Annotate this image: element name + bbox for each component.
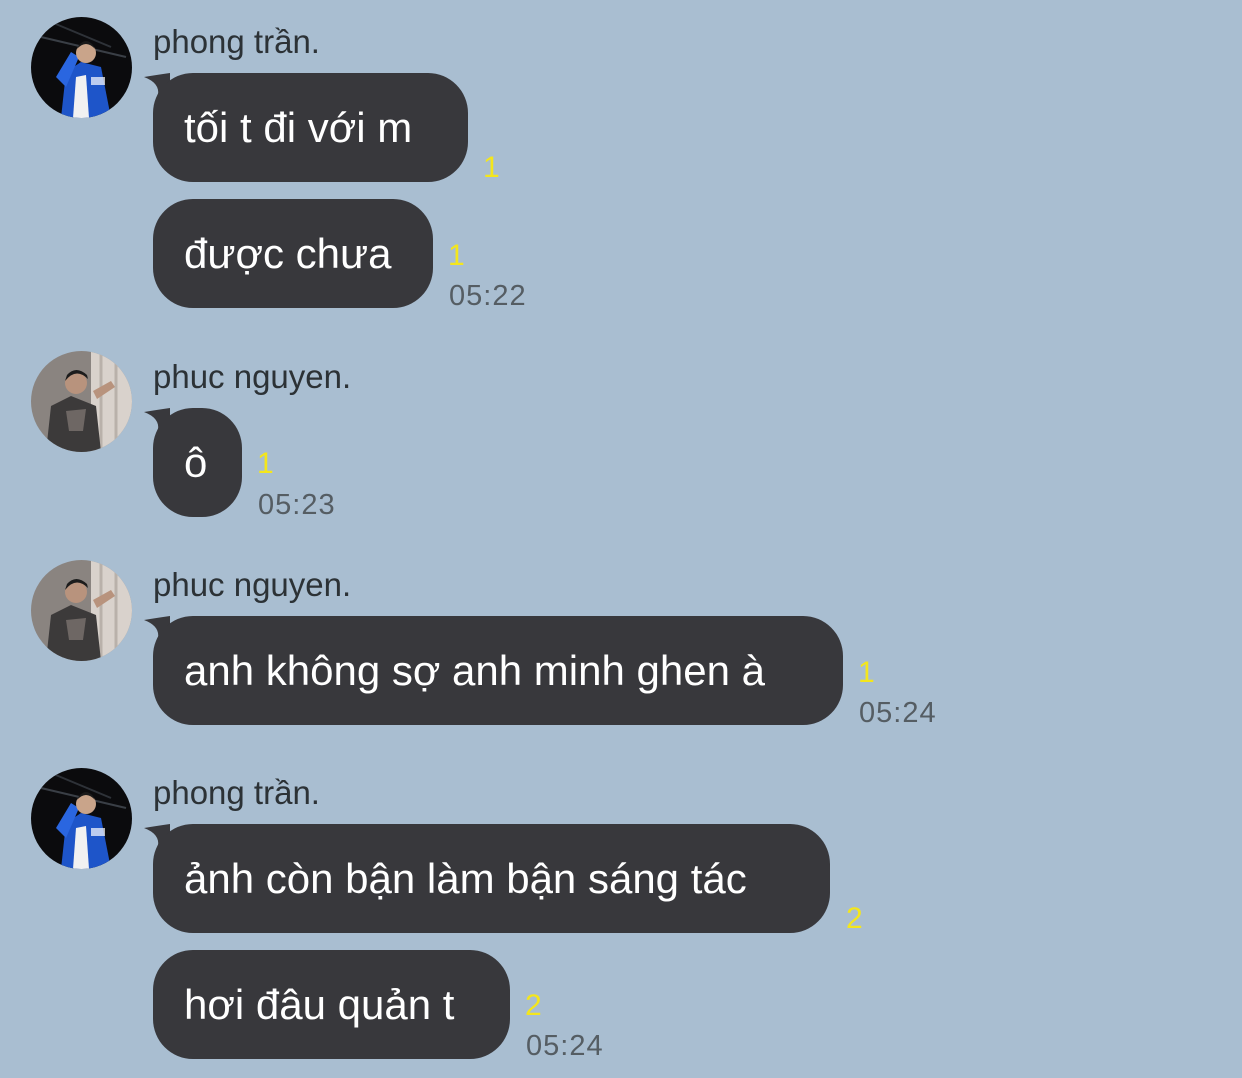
avatar-phong-icon[interactable] <box>31 17 132 118</box>
message-bubble[interactable]: ảnh còn bận làm bận sáng tác <box>153 824 830 933</box>
avatar-phong-icon[interactable] <box>31 768 132 869</box>
sender-name: phong trần. <box>153 774 320 811</box>
unread-count: 1 <box>858 656 875 689</box>
message-bubble[interactable]: anh không sợ anh minh ghen à <box>153 616 843 725</box>
message-timestamp: 05:24 <box>526 1030 604 1062</box>
message-timestamp: 05:24 <box>859 697 937 729</box>
message-timestamp: 05:22 <box>449 280 527 312</box>
message-bubble[interactable]: được chưa <box>153 199 433 308</box>
sender-name: phuc nguyen. <box>153 566 352 603</box>
message-bubble[interactable]: tối t đi với m <box>153 73 468 182</box>
message-bubble[interactable]: ô <box>153 408 242 517</box>
message-bubble[interactable]: hơi đâu quản t <box>153 950 510 1059</box>
unread-count: 2 <box>525 989 542 1022</box>
avatar-phuc-icon[interactable] <box>31 351 132 452</box>
sender-name: phuc nguyen. <box>153 358 352 395</box>
unread-count: 1 <box>448 239 465 272</box>
unread-count: 1 <box>483 151 500 184</box>
avatar-phuc-icon[interactable] <box>31 560 132 661</box>
sender-name: phong trần. <box>153 23 320 60</box>
unread-count: 1 <box>257 447 274 480</box>
unread-count: 2 <box>846 902 863 935</box>
message-timestamp: 05:23 <box>258 489 336 521</box>
